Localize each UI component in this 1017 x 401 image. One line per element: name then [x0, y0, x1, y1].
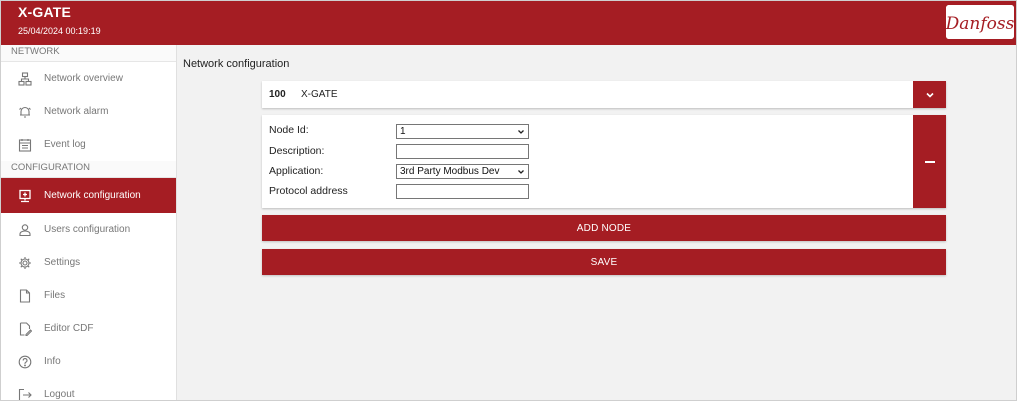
chevron-down-icon: [518, 129, 524, 134]
app-window: X-GATE 25/04/2024 00:19:19 Danfoss NETWO…: [0, 0, 1017, 401]
expand-node-button[interactable]: [913, 81, 946, 108]
logout-icon: [18, 388, 32, 400]
page-title: Network configuration: [183, 58, 290, 70]
sidebar-item-logout[interactable]: Logout: [1, 378, 176, 400]
sidebar-item-network-alarm[interactable]: Network alarm: [1, 95, 176, 128]
application-value: 3rd Party Modbus Dev: [400, 166, 500, 177]
top-bar: X-GATE 25/04/2024 00:19:19 Danfoss: [1, 1, 1016, 45]
gear-icon: [18, 256, 32, 270]
current-datetime: 25/04/2024 00:19:19: [18, 26, 101, 36]
sidebar-item-label: Info: [44, 356, 61, 367]
app-title: X-GATE: [18, 4, 72, 20]
sidebar-item-label: Editor CDF: [44, 323, 94, 334]
danfoss-logo: Danfoss: [946, 5, 1014, 39]
sidebar-item-label: Files: [44, 290, 66, 301]
node-id-label: Node Id:: [269, 124, 309, 136]
sidebar-item-users-configuration[interactable]: Users configuration: [1, 213, 176, 246]
protocol-address-label: Protocol address: [269, 185, 348, 197]
svg-text:Danfoss: Danfoss: [946, 14, 1014, 34]
sidebar-item-network-configuration[interactable]: Network configuration: [1, 178, 176, 213]
protocol-address-input[interactable]: [396, 184, 529, 199]
sidebar-item-settings[interactable]: Settings: [1, 246, 176, 279]
sidebar-item-label: Event log: [44, 139, 86, 150]
sidebar-item-label: Logout: [44, 389, 75, 400]
node-number: 100: [269, 89, 286, 100]
description-input[interactable]: [396, 144, 529, 159]
event-log-icon: [18, 138, 32, 152]
sidebar-item-event-log[interactable]: Event log: [1, 128, 176, 161]
network-config-icon: [18, 189, 32, 203]
sidebar-item-label: Network configuration: [44, 190, 141, 201]
section-configuration: CONFIGURATION: [1, 161, 176, 178]
sidebar-item-label: Users configuration: [44, 224, 131, 235]
save-button[interactable]: SAVE: [262, 249, 946, 275]
sidebar-item-network-overview[interactable]: Network overview: [1, 62, 176, 95]
minus-icon: [924, 160, 935, 163]
help-icon: [18, 355, 32, 369]
node-name: X-GATE: [301, 89, 338, 100]
sidebar-item-label: Settings: [44, 257, 81, 268]
sidebar-item-editor-cdf[interactable]: Editor CDF: [1, 312, 176, 345]
network-tree-icon: [18, 71, 32, 86]
description-label: Description:: [269, 145, 325, 157]
application-select[interactable]: 3rd Party Modbus Dev: [396, 164, 529, 179]
section-network: NETWORK: [1, 45, 176, 62]
node-header-row: 100 X-GATE: [262, 81, 946, 108]
sidebar: NETWORK Network overview Network alarm E…: [1, 45, 177, 400]
file-icon: [18, 288, 32, 303]
edit-file-icon: [18, 321, 32, 336]
alarm-icon: [18, 105, 32, 119]
user-icon: [18, 223, 32, 237]
chevron-down-icon: [518, 169, 524, 174]
node-id-select[interactable]: 1: [396, 124, 529, 139]
sidebar-item-info[interactable]: Info: [1, 345, 176, 378]
node-id-value: 1: [400, 126, 406, 137]
chevron-down-icon: [925, 92, 934, 98]
sidebar-item-label: Network alarm: [44, 106, 109, 117]
collapse-node-button[interactable]: [913, 115, 946, 208]
sidebar-item-label: Network overview: [44, 73, 123, 84]
add-node-button[interactable]: ADD NODE: [262, 215, 946, 241]
node-form: Node Id: 1 Description: Application: 3rd…: [262, 115, 946, 208]
application-label: Application:: [269, 165, 324, 177]
sidebar-item-files[interactable]: Files: [1, 279, 176, 312]
